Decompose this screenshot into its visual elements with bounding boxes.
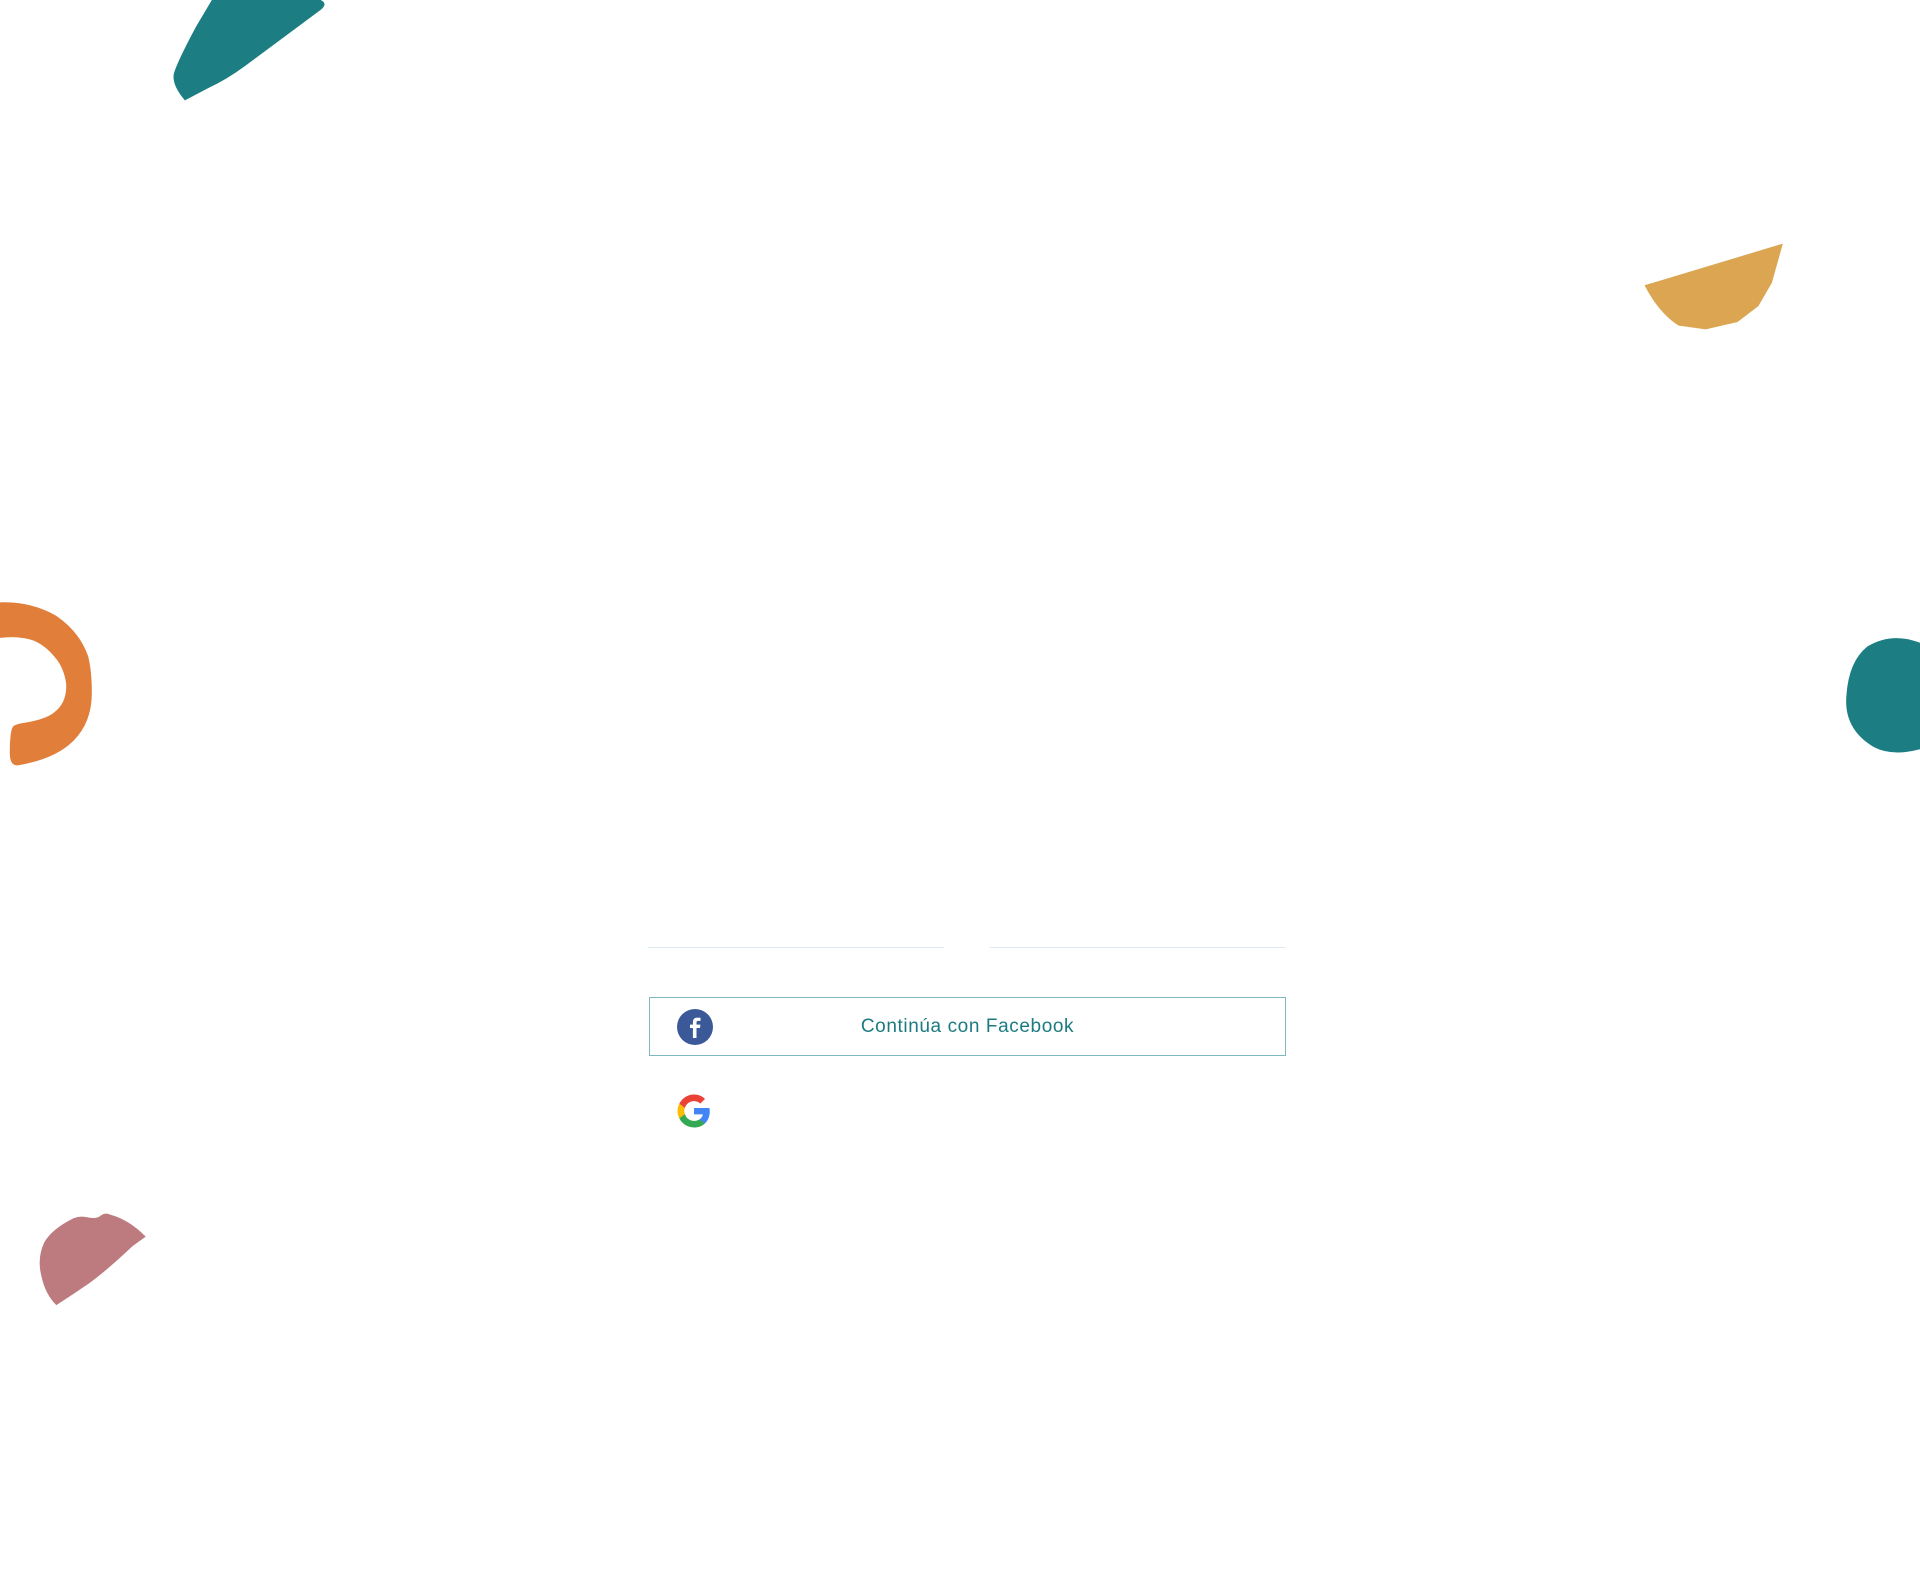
continue-with-google-button[interactable] xyxy=(649,1088,1286,1138)
facebook-button-label: Continúa con Facebook xyxy=(860,1015,1075,1037)
continue-with-facebook-button[interactable]: Continúa con Facebook xyxy=(649,997,1286,1056)
rose-blob-bottom-left xyxy=(39,1213,146,1306)
decorative-shapes xyxy=(0,0,1920,1306)
divider-right xyxy=(990,947,1286,948)
teal-blob-top-left xyxy=(173,0,325,101)
orange-arc-left xyxy=(0,602,92,766)
mustard-blob-top-right xyxy=(1644,243,1783,330)
teal-blob-right xyxy=(1846,638,1920,753)
divider-left xyxy=(648,947,944,948)
google-icon xyxy=(677,1094,710,1128)
